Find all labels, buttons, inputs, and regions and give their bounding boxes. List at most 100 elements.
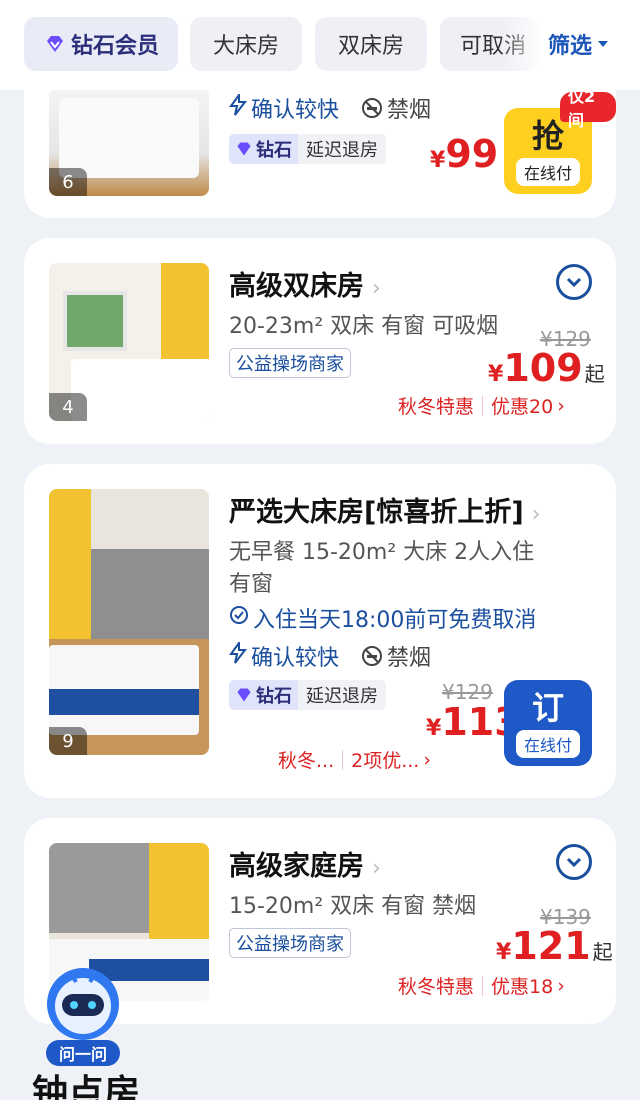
grab-label: 抢 (531, 117, 564, 155)
late-checkout-text: 延迟退房 (298, 680, 386, 710)
lightning-icon (229, 639, 248, 670)
promo-tag[interactable]: 秋冬... 2项优... › (278, 746, 431, 773)
diamond-benefit-tag: 钻石 延迟退房 (229, 134, 386, 164)
expand-chevron-icon[interactable] (556, 264, 592, 300)
bed-runner-shape (49, 689, 199, 715)
no-smoking-text: 禁烟 (387, 98, 432, 123)
book-label: 订 (531, 689, 564, 727)
promo-label: 秋冬特惠 (398, 396, 475, 418)
price-currency: ¥ (426, 716, 442, 741)
room-name[interactable]: 高级双床房 › (229, 264, 381, 303)
promo-label: 秋冬... (278, 750, 335, 772)
curtain-shape (91, 549, 209, 649)
room-features: 确认较快 禁烟 (229, 639, 431, 672)
confirm-fast-text: 确认较快 (251, 646, 340, 671)
no-smoking-icon (362, 646, 383, 666)
room-price: ¥121 起 (496, 924, 613, 968)
room-card[interactable]: 9 严选大床房[惊喜折上折] › 无早餐 15-20m² 大床 2人入住 有窗 入… (24, 464, 616, 798)
promo-tag[interactable]: 秋冬特惠 优惠18 › (398, 972, 565, 999)
price-amount: 109 (503, 346, 583, 390)
room-photo[interactable]: 4 (49, 263, 209, 421)
filter-label: 筛选 (548, 34, 593, 59)
chip-label: 双床房 (337, 34, 404, 59)
chip-twin-bed[interactable]: 双床房 (315, 17, 427, 71)
book-button[interactable]: 订 在线付 (504, 680, 592, 766)
online-pay-label: 在线付 (515, 158, 580, 186)
chip-fade (500, 17, 545, 71)
online-pay-label: 在线付 (515, 730, 580, 758)
promo-discount: 优惠20 (491, 396, 554, 418)
chevron-right-icon: › (372, 856, 381, 881)
chevron-right-icon: › (557, 974, 565, 997)
assistant-button[interactable]: 问一问 (40, 962, 126, 1070)
room-features: 确认较快 禁烟 (229, 91, 431, 124)
room-photo[interactable]: 6 (49, 88, 209, 196)
diamond-level: 钻石 (229, 134, 298, 164)
photo-count: 4 (49, 393, 87, 421)
diamond-benefit-tag: 钻石 延迟退房 (229, 680, 386, 710)
room-name-text: 高级双床房 (229, 271, 364, 302)
diamond-level: 钻石 (229, 680, 298, 710)
merchant-tag: 公益操场商家 (229, 348, 351, 378)
no-smoking: 禁烟 (361, 640, 431, 672)
promo-tag[interactable]: 秋冬特惠 优惠20 › (398, 392, 565, 419)
late-checkout-text: 延迟退房 (298, 134, 386, 164)
rooms-left-badge: 仅2间 (560, 87, 616, 130)
free-cancel: 入住当天18:00前可免费取消 (229, 602, 536, 634)
chevron-right-icon: › (557, 394, 565, 417)
section-title-hourly: 钟点房 (32, 1073, 141, 1100)
chip-diamond-member[interactable]: 钻石会员 (24, 17, 178, 71)
room-spec: 15-20m² 双床 有窗 禁烟 (229, 894, 477, 919)
chevron-right-icon: › (423, 748, 431, 771)
room-price: ¥99 (430, 132, 498, 176)
promo-divider (482, 395, 484, 416)
price-currency: ¥ (430, 148, 446, 173)
room-name[interactable]: 严选大床房[惊喜折上折] › (229, 490, 541, 529)
assistant-label: 问一问 (46, 1040, 120, 1066)
curtain-shape (49, 843, 149, 933)
diamond-icon (237, 688, 251, 702)
price-currency: ¥ (496, 940, 512, 965)
filter-button[interactable]: 筛选 (548, 28, 609, 60)
diamond-level-text: 钻石 (256, 140, 292, 161)
promo-label: 秋冬特惠 (398, 976, 475, 998)
merchant-tag: 公益操场商家 (229, 928, 351, 958)
chip-label: 钻石会员 (70, 34, 159, 59)
robot-icon (47, 968, 119, 1040)
lightning-icon (229, 91, 248, 122)
price-suffix: 起 (592, 940, 613, 964)
promo-divider (482, 975, 484, 996)
room-spec: 无早餐 15-20m² 大床 2人入住 (229, 540, 535, 565)
room-card[interactable]: 4 高级双床房 › 20-23m² 双床 有窗 可吸烟 公益操场商家 ¥129 ¥… (24, 238, 616, 444)
wall-shape (149, 843, 209, 943)
bed-shape (59, 98, 199, 178)
promo-divider (342, 749, 344, 770)
photo-count: 9 (49, 727, 87, 755)
expand-chevron-icon[interactable] (556, 844, 592, 880)
wall-shape (49, 489, 91, 639)
room-name[interactable]: 高级家庭房 › (229, 844, 381, 883)
promo-discount: 2项优... (351, 750, 420, 772)
no-smoking-icon (362, 98, 383, 118)
no-smoking-text: 禁烟 (387, 646, 432, 671)
room-name-text: 严选大床房[惊喜折上折] (229, 497, 524, 528)
chevron-right-icon: › (372, 276, 381, 301)
no-smoking: 禁烟 (361, 92, 431, 124)
window-shape (63, 291, 127, 351)
room-spec-line2: 有窗 (229, 572, 274, 597)
room-photo[interactable]: 9 (49, 489, 209, 755)
price-amount: 121 (511, 924, 591, 968)
room-spec: 20-23m² 双床 有窗 可吸烟 (229, 314, 499, 339)
promo-discount: 优惠18 (491, 976, 554, 998)
price-amount: 99 (445, 132, 499, 176)
price-suffix: 起 (584, 362, 605, 386)
diamond-icon (46, 36, 63, 52)
price-currency: ¥ (488, 362, 504, 387)
bed-shape (71, 359, 209, 421)
photo-count: 6 (49, 168, 87, 196)
confirm-fast-text: 确认较快 (251, 98, 340, 123)
free-cancel-text: 入住当天18:00前可免费取消 (253, 608, 537, 633)
check-circle-icon (229, 605, 249, 631)
chip-king-bed[interactable]: 大床房 (190, 17, 302, 71)
diamond-level-text: 钻石 (256, 686, 292, 707)
